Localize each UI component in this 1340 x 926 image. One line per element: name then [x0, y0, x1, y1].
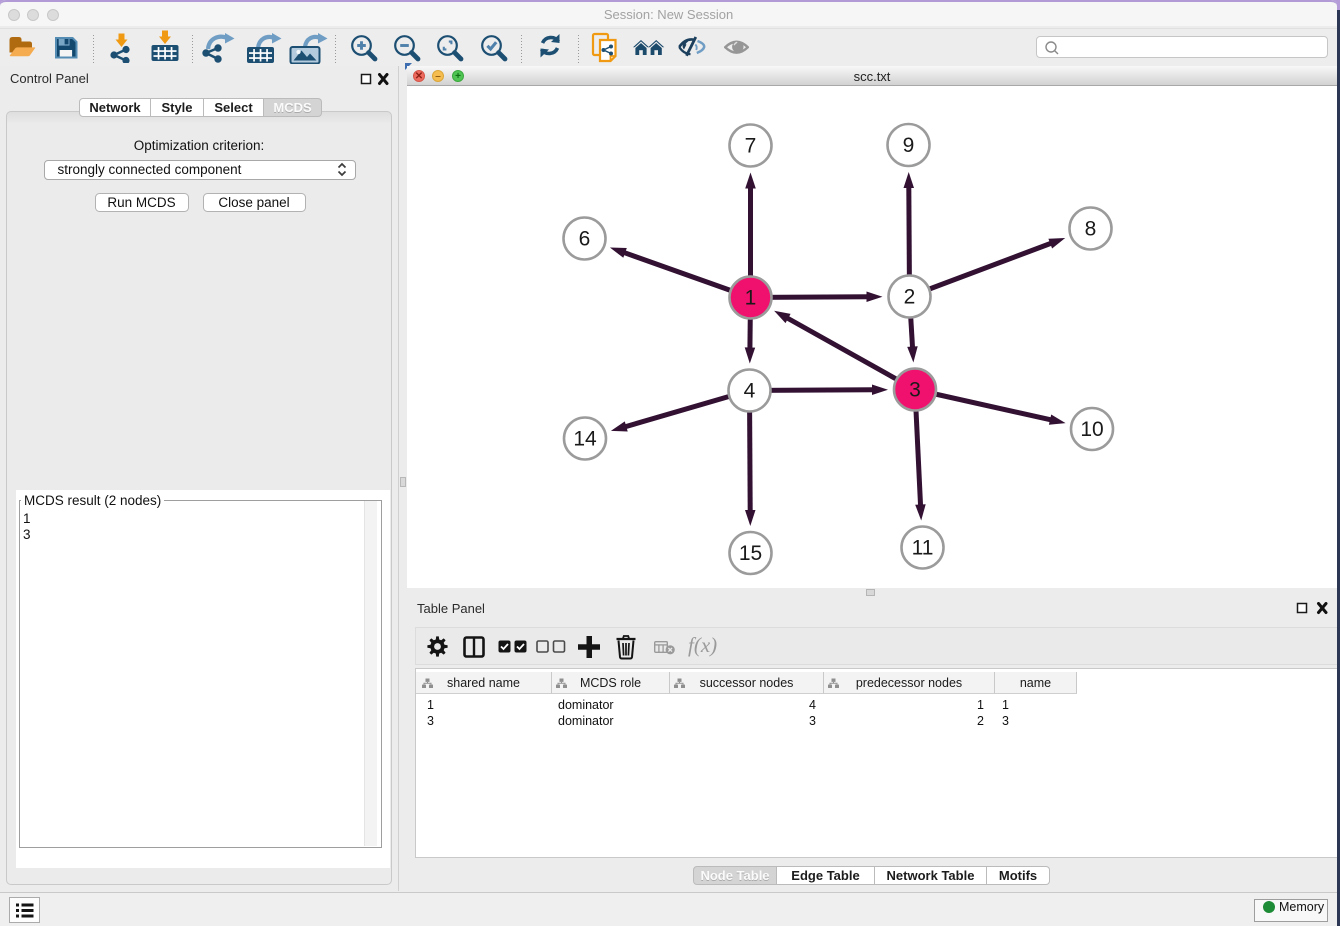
svg-text:15: 15 [739, 542, 762, 565]
svg-text:3: 3 [909, 379, 921, 402]
svg-text:10: 10 [1080, 418, 1103, 441]
svg-text:9: 9 [903, 134, 915, 157]
svg-text:14: 14 [573, 428, 597, 451]
svg-text:f(x): f(x) [688, 635, 717, 657]
svg-text:2: 2 [904, 286, 916, 309]
svg-text:11: 11 [912, 537, 934, 560]
svg-text:6: 6 [579, 228, 591, 251]
svg-text:7: 7 [745, 135, 757, 158]
svg-text:1: 1 [745, 287, 757, 310]
svg-text:4: 4 [744, 380, 756, 403]
svg-text:8: 8 [1085, 218, 1097, 241]
